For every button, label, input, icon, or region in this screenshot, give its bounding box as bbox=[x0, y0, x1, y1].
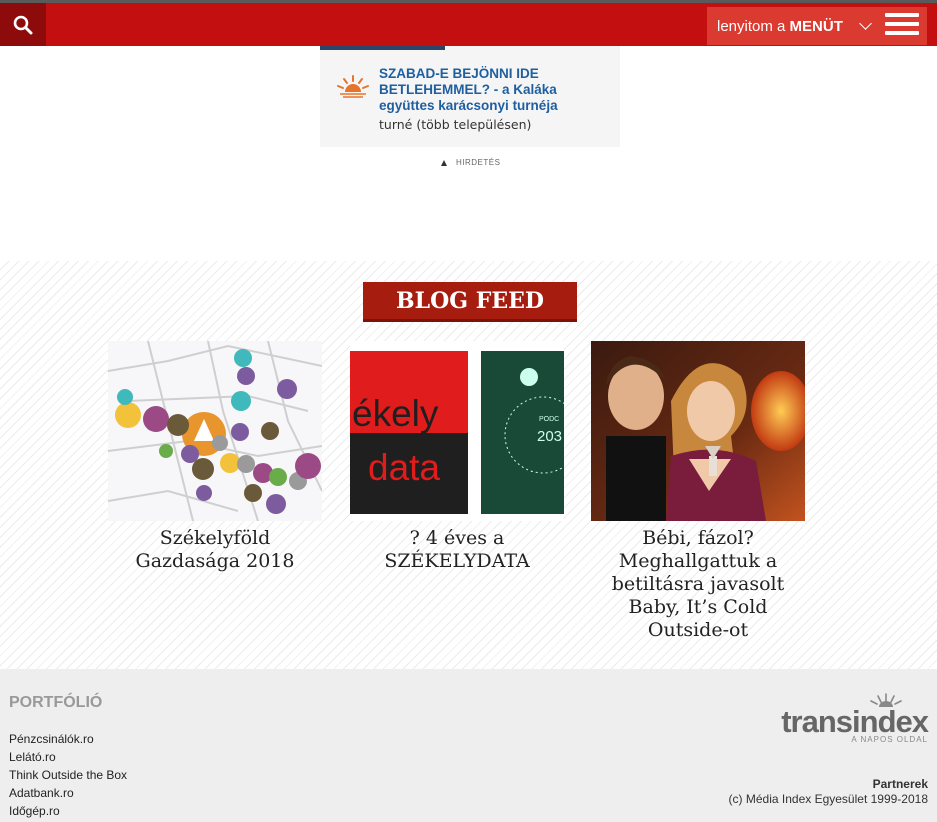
blog-card[interactable]: Bébi, fázol? Meghallgattuk a betiltásra … bbox=[591, 341, 805, 642]
partners-link[interactable]: Partnerek bbox=[873, 777, 928, 791]
portfolio-link[interactable]: Adatbank.ro bbox=[9, 784, 127, 802]
data-thumb-panel: ékely data bbox=[350, 351, 468, 514]
ad-label: HIRDETÉS bbox=[441, 158, 500, 167]
event-title-link[interactable]: SZABAD-E BEJÖNNI IDE BETLEHEMMEL? - a Ka… bbox=[379, 66, 609, 114]
event-subtitle: turné (több településen) bbox=[379, 117, 532, 132]
blog-feed-section: BLOG FEED Székelyföld Gazdasága 2018 éke… bbox=[0, 261, 937, 669]
blog-card[interactable]: Székelyföld Gazdasága 2018 bbox=[108, 341, 322, 573]
open-menu-button[interactable]: lenyitom a MENÜT bbox=[707, 7, 927, 45]
blog-card-title[interactable]: Bébi, fázol? Meghallgattuk a betiltásra … bbox=[591, 527, 805, 642]
blog-card-title[interactable]: Székelyföld Gazdasága 2018 bbox=[108, 527, 322, 573]
chevron-down-icon bbox=[859, 16, 872, 30]
blog-feed-title: BLOG FEED bbox=[363, 282, 577, 322]
portfolio-title: PORTFÓLIÓ bbox=[9, 694, 103, 711]
podcast-thumb-year: 203 bbox=[537, 428, 563, 445]
footer: PORTFÓLIÓ Pénzcsinálók.ro Lelátó.ro Thin… bbox=[0, 669, 937, 822]
portfolio-link[interactable]: Időgép.ro bbox=[9, 802, 127, 820]
blog-card-image-data[interactable]: ékely data PODC 203 bbox=[350, 341, 564, 521]
event-accent-bar bbox=[320, 46, 445, 50]
blog-card-image-photo[interactable] bbox=[591, 341, 805, 521]
data-thumb-text-bottom: data bbox=[368, 447, 441, 488]
blog-card-title[interactable]: ? 4 éves a SZÉKELYDATA bbox=[350, 527, 564, 573]
copyright-text: (c) Média Index Egyesület 1999-2018 bbox=[728, 792, 928, 806]
portfolio-link-list: Pénzcsinálók.ro Lelátó.ro Think Outside … bbox=[9, 730, 127, 820]
search-icon bbox=[13, 15, 33, 34]
search-button[interactable] bbox=[0, 3, 46, 46]
portfolio-link[interactable]: Lelátó.ro bbox=[9, 748, 127, 766]
transindex-logo[interactable]: transindex A NAPOS OLDAL bbox=[781, 693, 929, 744]
blog-card[interactable]: ékely data PODC 203 ? 4 éves a SZÉKELYDA… bbox=[350, 341, 564, 573]
top-navigation-bar: lenyitom a MENÜT bbox=[0, 0, 937, 46]
hamburger-icon bbox=[885, 13, 919, 39]
portfolio-link[interactable]: Pénzcsinálók.ro bbox=[9, 730, 127, 748]
menu-label: lenyitom a MENÜT bbox=[717, 17, 843, 35]
event-promo-card[interactable]: SZABAD-E BEJÖNNI IDE BETLEHEMMEL? - a Ka… bbox=[320, 46, 620, 147]
ad-triangle-icon bbox=[441, 159, 447, 166]
podcast-thumb-label: PODC bbox=[539, 416, 560, 423]
data-thumb-text-top: ékely bbox=[352, 393, 439, 434]
podcast-thumb-panel: PODC 203 bbox=[481, 351, 564, 514]
brand-name: transindex bbox=[781, 704, 929, 739]
portfolio-link[interactable]: Think Outside the Box bbox=[9, 766, 127, 784]
blog-card-image-map[interactable] bbox=[108, 341, 322, 521]
sun-logo-icon bbox=[337, 75, 369, 98]
